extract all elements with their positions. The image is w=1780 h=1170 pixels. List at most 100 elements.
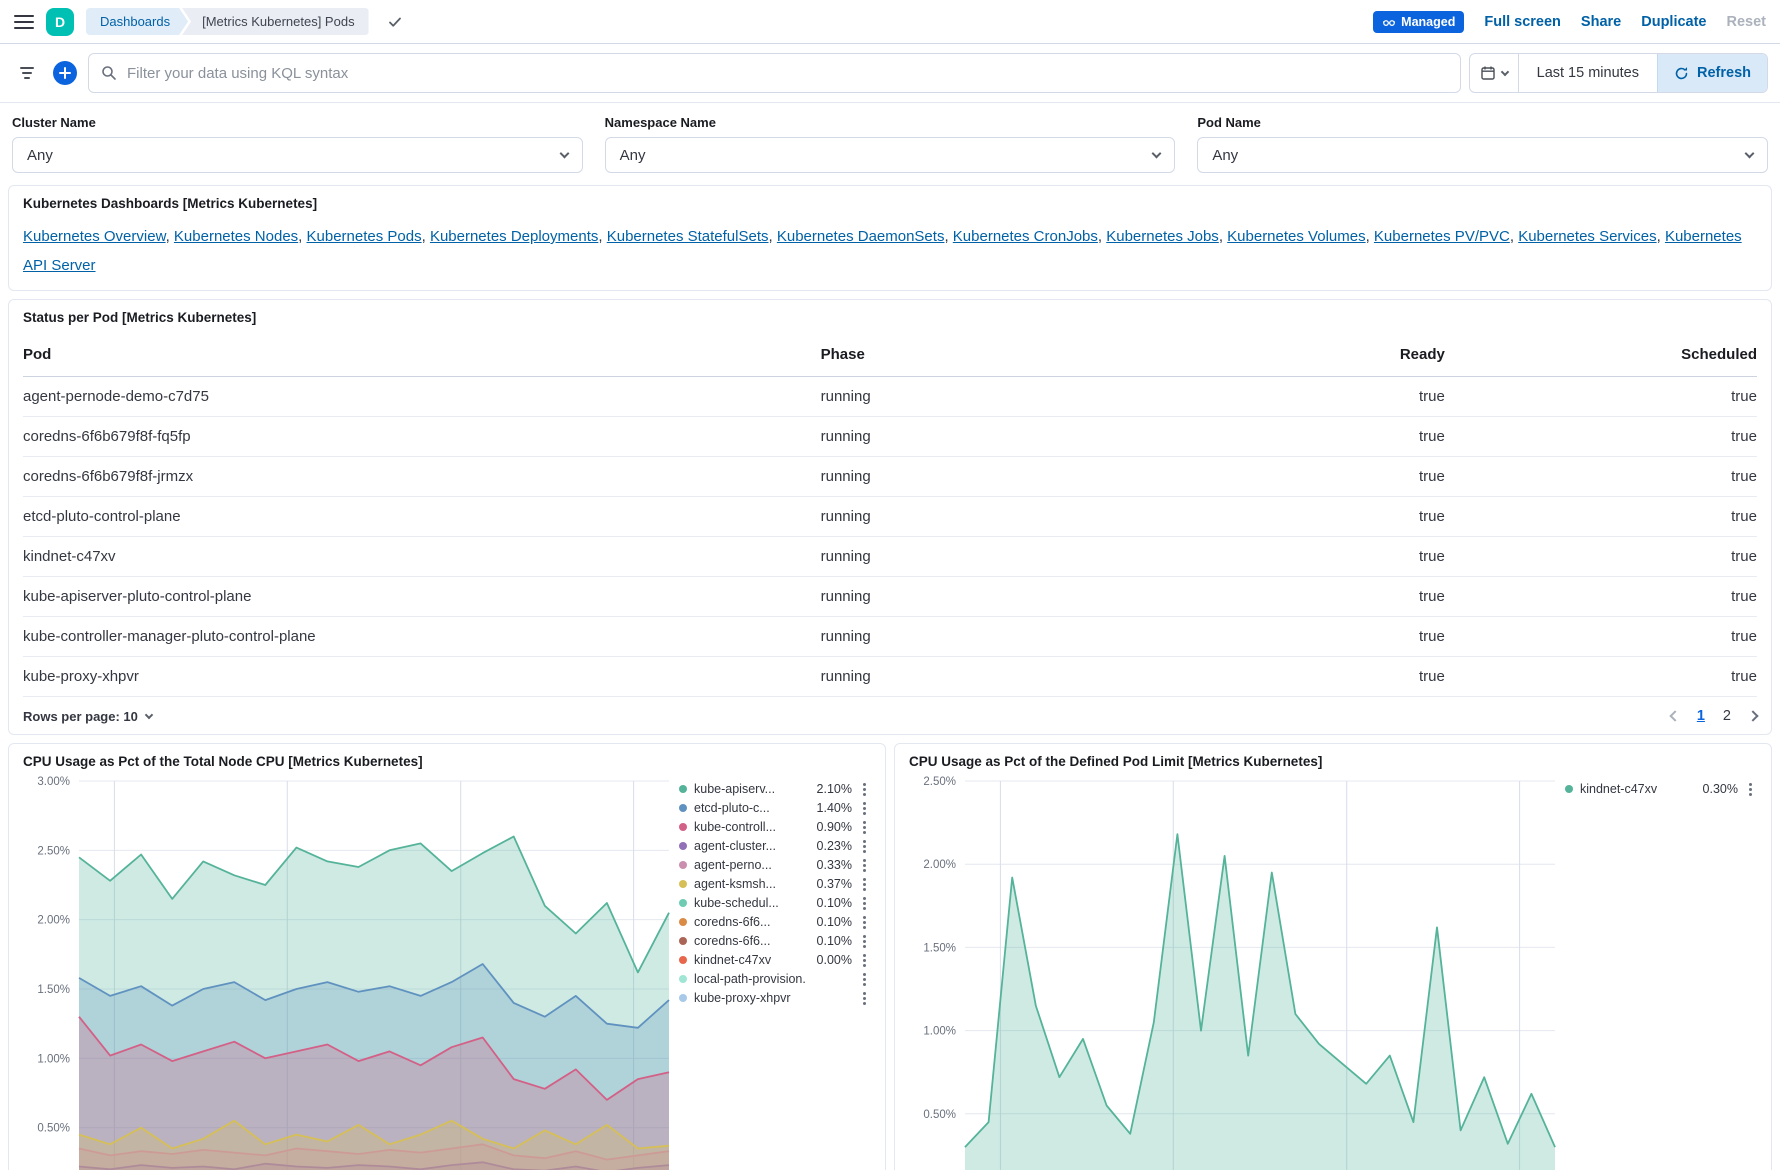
- dashboard-link[interactable]: Kubernetes DaemonSets: [777, 228, 945, 245]
- scheduled-cell: true: [1445, 377, 1757, 417]
- series-color-dot: [679, 975, 687, 983]
- svg-text:2.50%: 2.50%: [37, 845, 70, 857]
- legend-menu-icon[interactable]: [859, 971, 871, 986]
- full-screen-button[interactable]: Full screen: [1484, 14, 1561, 30]
- dashboard-link[interactable]: Kubernetes Nodes: [174, 228, 298, 245]
- breadcrumb-dashboards[interactable]: Dashboards: [86, 8, 188, 35]
- legend-item[interactable]: agent-perno... 0.33%: [679, 857, 871, 872]
- query-bar: Last 15 minutes Refresh: [0, 44, 1780, 103]
- legend-menu-icon[interactable]: [859, 819, 871, 834]
- chevron-right-icon[interactable]: [1747, 710, 1758, 721]
- dashboard-link[interactable]: Kubernetes Deployments: [430, 228, 598, 245]
- legend-item[interactable]: coredns-6f6...0.10%: [679, 933, 871, 948]
- time-range-value[interactable]: Last 15 minutes: [1519, 54, 1657, 92]
- series-color-dot: [679, 861, 687, 869]
- rows-per-page-button[interactable]: Rows per page: 10: [23, 709, 152, 724]
- links-panel-title: Kubernetes Dashboards [Metrics Kubernete…: [23, 196, 1757, 211]
- scheduled-cell: true: [1445, 417, 1757, 457]
- dashboard-link[interactable]: Kubernetes Pods: [307, 228, 422, 245]
- pod-cell: agent-pernode-demo-c7d75: [23, 377, 821, 417]
- legend-menu-icon[interactable]: [859, 914, 871, 929]
- legend-item[interactable]: local-path-provision...: [679, 971, 871, 986]
- dashboard-link[interactable]: Kubernetes Services: [1518, 228, 1656, 245]
- control-label: Namespace Name: [605, 115, 1176, 130]
- dashboard-link[interactable]: Kubernetes CronJobs: [953, 228, 1098, 245]
- scheduled-cell: true: [1445, 497, 1757, 537]
- legend-series-name: agent-ksmsh...: [694, 877, 805, 891]
- chevron-left-icon[interactable]: [1669, 710, 1680, 721]
- phase-cell: running: [821, 497, 1168, 537]
- phase-cell: running: [821, 657, 1168, 697]
- ready-cell: true: [1167, 417, 1444, 457]
- dashboard-link[interactable]: Kubernetes StatefulSets: [607, 228, 769, 245]
- kql-search-box: [88, 53, 1461, 93]
- legend-menu-icon[interactable]: [859, 800, 871, 815]
- series-color-dot: [679, 899, 687, 907]
- legend-menu-icon[interactable]: [859, 933, 871, 948]
- share-button[interactable]: Share: [1581, 14, 1621, 30]
- legend-menu-icon[interactable]: [859, 857, 871, 872]
- svg-text:1.50%: 1.50%: [37, 984, 70, 996]
- legend-menu-icon[interactable]: [859, 952, 871, 967]
- time-picker-calendar-button[interactable]: [1470, 54, 1519, 92]
- legend-menu-icon[interactable]: [859, 895, 871, 910]
- table-row: kindnet-c47xvrunningtruetrue: [23, 537, 1757, 577]
- legend-item[interactable]: kindnet-c47xv0.30%: [1565, 781, 1757, 796]
- control-namespace-name: Namespace Name Any: [605, 115, 1176, 173]
- pagination: 1 2: [1671, 708, 1757, 724]
- namespace-name-select[interactable]: Any: [605, 137, 1176, 173]
- ready-cell: true: [1167, 577, 1444, 617]
- chart-title: CPU Usage as Pct of the Total Node CPU […: [23, 754, 871, 769]
- add-filter-button[interactable]: [50, 58, 80, 88]
- legend-menu-icon[interactable]: [859, 838, 871, 853]
- dashboard-link[interactable]: Kubernetes Volumes: [1227, 228, 1365, 245]
- table-row: kube-controller-manager-pluto-control-pl…: [23, 617, 1757, 657]
- kql-search-input[interactable]: [127, 65, 1448, 82]
- scheduled-cell: true: [1445, 617, 1757, 657]
- legend-menu-icon[interactable]: [859, 876, 871, 891]
- dashboard-controls: Cluster Name Any Namespace Name Any Pod …: [0, 103, 1780, 185]
- legend-item[interactable]: kube-schedul...0.10%: [679, 895, 871, 910]
- control-label: Cluster Name: [12, 115, 583, 130]
- legend-series-name: kindnet-c47xv: [694, 953, 805, 967]
- pod-table-body: agent-pernode-demo-c7d75runningtruetruec…: [23, 377, 1757, 697]
- table-row: coredns-6f6b679f8f-fq5fprunningtruetrue: [23, 417, 1757, 457]
- legend-item[interactable]: agent-cluster...0.23%: [679, 838, 871, 853]
- breadcrumb-current-dashboard[interactable]: [Metrics Kubernetes] Pods: [182, 8, 368, 35]
- legend-menu-icon[interactable]: [1745, 781, 1757, 796]
- cluster-name-select[interactable]: Any: [12, 137, 583, 173]
- legend-series-value: 0.33%: [812, 858, 852, 872]
- svg-text:1.50%: 1.50%: [923, 942, 956, 954]
- legend-item[interactable]: etcd-pluto-c...1.40%: [679, 800, 871, 815]
- refresh-button[interactable]: Refresh: [1657, 54, 1767, 92]
- legend-item[interactable]: agent-ksmsh... 0.37%: [679, 876, 871, 891]
- pod-name-select[interactable]: Any: [1197, 137, 1768, 173]
- svg-text:0.50%: 0.50%: [923, 1109, 956, 1121]
- reset-button[interactable]: Reset: [1727, 14, 1767, 30]
- legend-series-value: 0.37%: [812, 877, 852, 891]
- page-number-1[interactable]: 1: [1697, 708, 1705, 724]
- saved-query-menu-button[interactable]: [12, 58, 42, 88]
- legend-item[interactable]: coredns-6f6...0.10%: [679, 914, 871, 929]
- dashboard-link[interactable]: Kubernetes Jobs: [1106, 228, 1219, 245]
- legend-menu-icon[interactable]: [859, 990, 871, 1005]
- dashboard-link[interactable]: Kubernetes Overview: [23, 228, 166, 245]
- legend-item[interactable]: kube-controll...0.90%: [679, 819, 871, 834]
- legend-item[interactable]: kube-proxy-xhpvr: [679, 990, 871, 1005]
- pod-cell: kube-controller-manager-pluto-control-pl…: [23, 617, 821, 657]
- svg-text:3.00%: 3.00%: [37, 776, 70, 788]
- legend-item[interactable]: kindnet-c47xv0.00%: [679, 952, 871, 967]
- series-color-dot: [679, 823, 687, 831]
- dashboard-link[interactable]: Kubernetes PV/PVC: [1374, 228, 1510, 245]
- page-number-2[interactable]: 2: [1723, 708, 1731, 724]
- menu-icon[interactable]: [14, 15, 34, 29]
- column-header-phase: Phase: [821, 333, 1168, 377]
- namespace-name-value: Any: [620, 147, 646, 164]
- legend-menu-icon[interactable]: [859, 781, 871, 796]
- duplicate-button[interactable]: Duplicate: [1641, 14, 1706, 30]
- legend-series-name: agent-perno...: [694, 858, 805, 872]
- scheduled-cell: true: [1445, 577, 1757, 617]
- legend-item[interactable]: kube-apiserv...2.10%: [679, 781, 871, 796]
- space-avatar[interactable]: D: [46, 8, 74, 36]
- table-row: etcd-pluto-control-planerunningtruetrue: [23, 497, 1757, 537]
